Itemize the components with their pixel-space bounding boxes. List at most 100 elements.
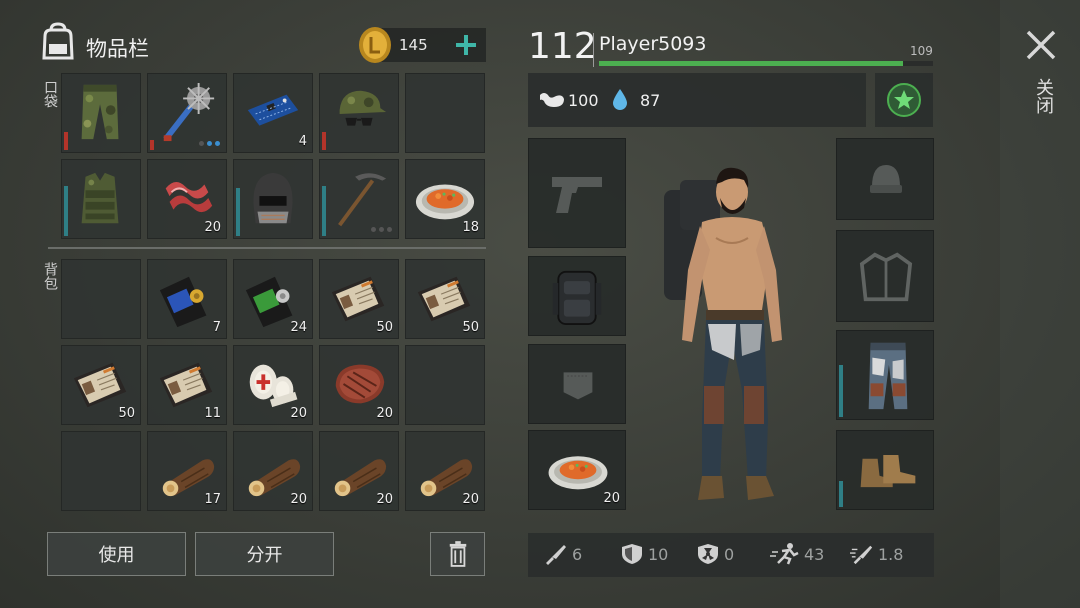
backpack-slot[interactable]: 20 bbox=[319, 345, 399, 425]
head-slot[interactable] bbox=[836, 138, 934, 220]
character-panel: 112 Player5093 109 100 87 20 6 10 0 43 1… bbox=[528, 0, 938, 608]
thirst-value: 87 bbox=[640, 91, 661, 110]
water-drop-icon bbox=[611, 87, 629, 115]
pocket-slot[interactable]: 18 bbox=[405, 159, 485, 239]
backpack-icon bbox=[38, 22, 78, 62]
xp-bar-fill bbox=[599, 61, 903, 66]
level-divider bbox=[593, 33, 594, 67]
backpack-slot[interactable] bbox=[405, 345, 485, 425]
use-button[interactable]: 使用 bbox=[47, 532, 186, 576]
backpack-slot[interactable]: 17 bbox=[147, 431, 227, 511]
jeans-icon bbox=[868, 342, 908, 410]
pocket-icon bbox=[563, 372, 593, 400]
durability-bar bbox=[322, 132, 326, 150]
pocket-slot[interactable]: 20 bbox=[147, 159, 227, 239]
pocket-slot[interactable] bbox=[61, 159, 141, 239]
backpack-slot[interactable]: 11 bbox=[147, 345, 227, 425]
perks-button[interactable] bbox=[875, 73, 933, 127]
attack-speed-value: 1.8 bbox=[878, 544, 904, 564]
running-icon bbox=[770, 543, 799, 565]
backpack-slot[interactable] bbox=[61, 259, 141, 339]
durability-bar bbox=[64, 132, 68, 150]
durability-bar bbox=[64, 186, 68, 236]
pocket-slot[interactable] bbox=[319, 73, 399, 153]
food-slot[interactable]: 20 bbox=[528, 430, 626, 510]
item-count: 4 bbox=[298, 134, 307, 149]
item-count: 20 bbox=[376, 492, 393, 507]
food-slot-count: 20 bbox=[603, 491, 620, 506]
torso-slot[interactable] bbox=[836, 230, 934, 322]
legs-slot[interactable] bbox=[836, 330, 934, 420]
pocket-slot[interactable] bbox=[405, 73, 485, 153]
backpack-slot[interactable] bbox=[61, 431, 141, 511]
feet-slot[interactable] bbox=[836, 430, 934, 510]
close-icon bbox=[1026, 30, 1056, 60]
inventory-panel: 物品栏 145 口袋 背包 4 20 18 7 24 50 50 50 11 20 20 17 20 2… bbox=[0, 0, 500, 608]
knife-icon bbox=[546, 545, 566, 565]
attack-stat: 6 bbox=[544, 543, 582, 565]
player-name: Player5093 bbox=[599, 33, 707, 55]
pocket-slot[interactable] bbox=[147, 73, 227, 153]
pocket-slot[interactable] bbox=[528, 344, 626, 424]
inventory-title: 物品栏 bbox=[86, 37, 149, 61]
upgrade-dots bbox=[199, 141, 220, 146]
camo-vest-icon bbox=[81, 172, 119, 224]
backpack-slot[interactable] bbox=[528, 256, 626, 336]
pickaxe-icon bbox=[338, 173, 387, 227]
coin-icon bbox=[356, 25, 394, 65]
pocket-slot[interactable]: 4 bbox=[233, 73, 313, 153]
defense-stat: 10 bbox=[620, 543, 668, 565]
item-count: 20 bbox=[462, 492, 479, 507]
backpack-slot[interactable]: 20 bbox=[233, 431, 313, 511]
durability-bar bbox=[322, 186, 326, 236]
character-model bbox=[658, 160, 818, 505]
split-button[interactable]: 分开 bbox=[195, 532, 334, 576]
section-divider bbox=[48, 247, 486, 249]
backpack-slot[interactable]: 50 bbox=[405, 259, 485, 339]
weapon-slot[interactable] bbox=[528, 138, 626, 248]
xp-value: 109 bbox=[910, 44, 933, 58]
tactical-backpack-icon bbox=[552, 270, 602, 325]
xp-bar-track bbox=[599, 61, 933, 66]
pocket-slot[interactable] bbox=[61, 73, 141, 153]
backpack-slot[interactable]: 20 bbox=[233, 345, 313, 425]
coin-count: 145 bbox=[399, 36, 428, 54]
radiation-value: 0 bbox=[724, 544, 735, 564]
radiation-stat: 0 bbox=[696, 543, 734, 565]
plus-icon bbox=[456, 35, 476, 55]
boots-icon bbox=[860, 455, 916, 488]
trash-icon bbox=[449, 541, 466, 567]
shield-icon bbox=[622, 544, 642, 564]
backpack-slot[interactable]: 50 bbox=[319, 259, 399, 339]
add-coins-button[interactable] bbox=[452, 30, 480, 60]
item-count: 17 bbox=[204, 492, 221, 507]
pocket-slot[interactable] bbox=[233, 159, 313, 239]
close-button[interactable]: 关闭 bbox=[1020, 26, 1062, 136]
hunger-value: 100 bbox=[568, 91, 599, 110]
player-level: 112 bbox=[528, 26, 597, 67]
durability-bar bbox=[839, 365, 843, 417]
item-count: 11 bbox=[204, 406, 221, 421]
spiked-mace-icon bbox=[163, 82, 215, 142]
backpack-slot[interactable]: 7 bbox=[147, 259, 227, 339]
backpack-slot[interactable]: 20 bbox=[405, 431, 485, 511]
backpack-label: 背包 bbox=[42, 262, 58, 290]
item-count: 7 bbox=[212, 320, 221, 335]
backpack-slot[interactable]: 50 bbox=[61, 345, 141, 425]
attack-value: 6 bbox=[572, 544, 583, 564]
durability-bar bbox=[839, 481, 843, 507]
item-count: 20 bbox=[290, 492, 307, 507]
close-label: 关闭 bbox=[1033, 78, 1054, 114]
stomach-icon bbox=[538, 89, 566, 113]
jacket-icon bbox=[859, 252, 913, 302]
pocket-slot[interactable] bbox=[319, 159, 399, 239]
trash-button[interactable] bbox=[430, 532, 485, 576]
item-count: 24 bbox=[290, 320, 307, 335]
stew-plate-icon bbox=[548, 456, 608, 490]
camo-pants-icon bbox=[81, 84, 119, 140]
item-count: 50 bbox=[462, 320, 479, 335]
backpack-slot[interactable]: 20 bbox=[319, 431, 399, 511]
fast-attack-icon bbox=[850, 545, 873, 565]
backpack-slot[interactable]: 24 bbox=[233, 259, 313, 339]
durability-bar bbox=[236, 188, 240, 236]
